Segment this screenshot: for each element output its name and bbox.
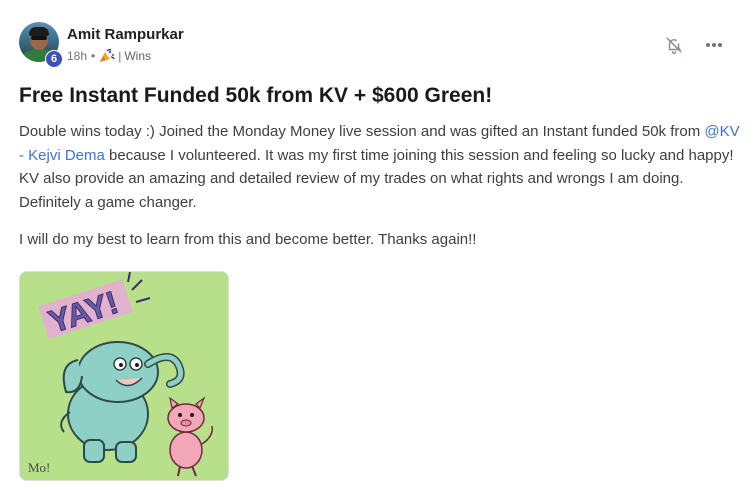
bell-off-icon[interactable] (662, 33, 686, 57)
more-horizontal-icon[interactable] (702, 33, 726, 57)
paragraph-text: because I volunteered. It was my first t… (19, 146, 734, 211)
author-avatar[interactable]: 6 (19, 22, 63, 68)
post-paragraph-2: I will do my best to learn from this and… (19, 231, 477, 248)
level-badge: 6 (45, 50, 63, 68)
meta-separator: • (91, 49, 96, 63)
post-paragraph-1: Double wins today :) Joined the Monday M… (19, 120, 741, 214)
post-card: 6 Amit Rampurkar 18h • | Wins Free Insta… (0, 0, 756, 493)
category-label[interactable]: Wins (124, 49, 151, 63)
meta-divider: | (118, 49, 122, 63)
artist-signature: Mo! (28, 460, 50, 475)
party-popper-icon (99, 49, 115, 63)
post-actions (662, 33, 726, 57)
yay-elephant-piggie-illustration: YAY! Mo! (20, 272, 228, 480)
post-body: Double wins today :) Joined the Monday M… (19, 120, 741, 266)
post-image[interactable]: YAY! Mo! (19, 271, 229, 481)
post-time: 18h (67, 49, 88, 63)
author-name[interactable]: Amit Rampurkar (67, 26, 184, 43)
post-title: Free Instant Funded 50k from KV + $600 G… (19, 84, 493, 107)
post-meta: 18h • | Wins (67, 49, 151, 63)
paragraph-text: Double wins today :) Joined the Monday M… (19, 123, 705, 140)
